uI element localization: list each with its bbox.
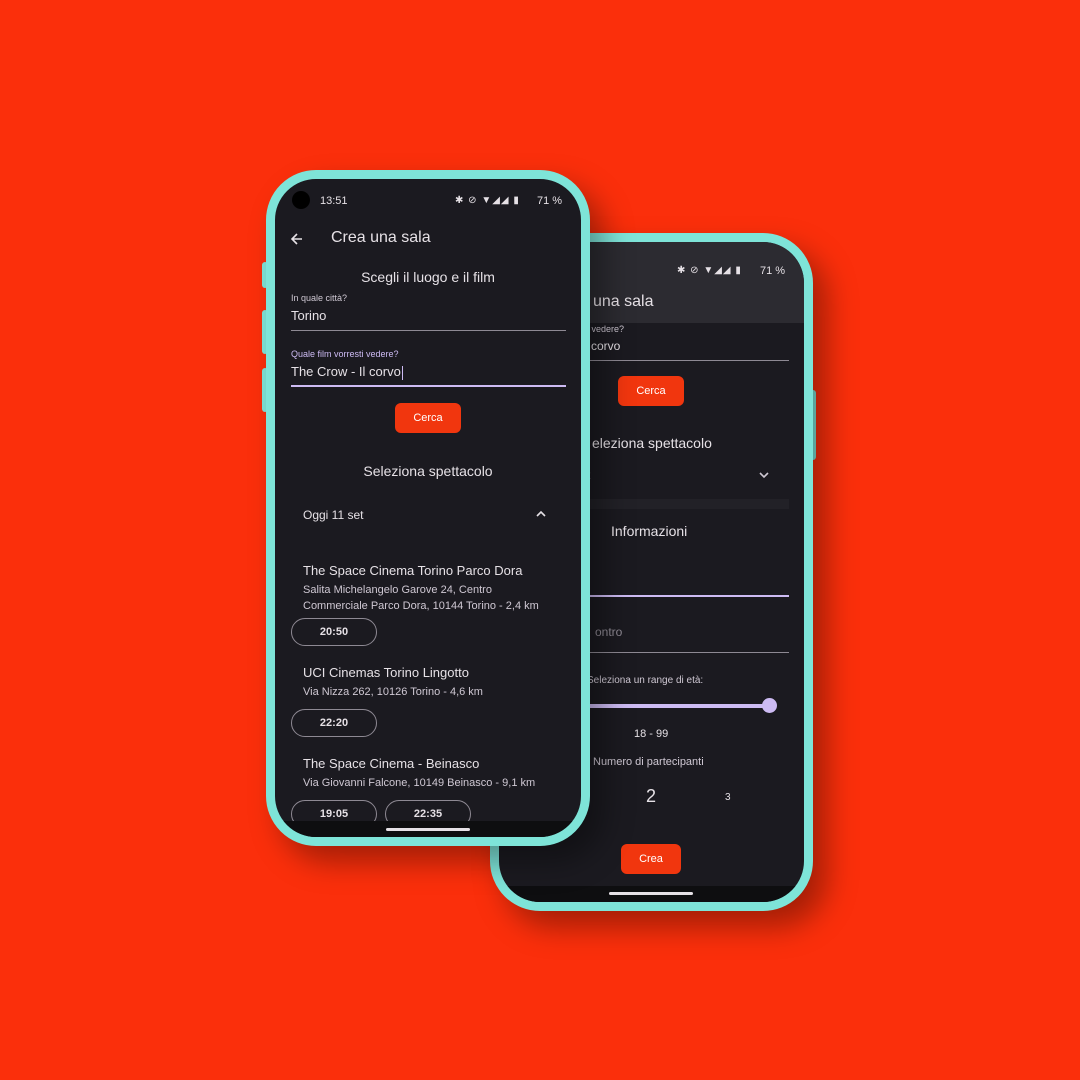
participants-next[interactable]: 3 bbox=[725, 792, 731, 803]
date-label[interactable]: Oggi 11 set bbox=[303, 508, 363, 522]
page-title: Crea una sala bbox=[331, 229, 431, 246]
section-title: Scegli il luogo e il film bbox=[361, 269, 495, 285]
cinema-name: The Space Cinema Torino Parco Dora bbox=[303, 563, 523, 578]
back-field2-value[interactable]: ontro bbox=[595, 625, 622, 639]
back-participants-label: Numero di partecipanti bbox=[593, 756, 704, 768]
cinema-address: Via Giovanni Falcone, 10149 Beinasco - 9… bbox=[303, 777, 536, 789]
city-underline bbox=[291, 330, 566, 331]
search-button[interactable]: Cerca bbox=[395, 403, 461, 433]
age-slider-thumb[interactable] bbox=[762, 698, 777, 713]
front-status-icons: ✱ ⊘ ▼◢◢ ▮ bbox=[455, 195, 520, 206]
showtime-button[interactable]: 22:20 bbox=[291, 709, 377, 737]
cinema-address-2: Commerciale Parco Dora, 10144 Torino - 2… bbox=[303, 600, 539, 612]
film-field[interactable]: The Crow - Il corvo bbox=[291, 364, 403, 380]
front-status-time: 13:51 bbox=[320, 195, 348, 207]
city-label: In quale città? bbox=[291, 293, 348, 303]
front-phone: 13:51 ✱ ⊘ ▼◢◢ ▮ 71 % Crea una sala Scegl… bbox=[266, 170, 590, 846]
show-title: Seleziona spettacolo bbox=[363, 463, 493, 479]
back-nav-bar bbox=[499, 886, 804, 902]
back-field2-underline bbox=[579, 652, 789, 653]
create-button[interactable]: Crea bbox=[621, 844, 681, 874]
back-battery-text: 71 % bbox=[760, 265, 786, 277]
film-label: Quale film vorresti vedere? bbox=[291, 349, 399, 359]
front-battery-text: 71 % bbox=[537, 195, 563, 207]
back-info-title: Informazioni bbox=[611, 523, 688, 539]
chevron-up-icon[interactable] bbox=[534, 507, 548, 521]
age-slider-track[interactable] bbox=[579, 704, 769, 708]
cinema-address: Via Nizza 262, 10126 Torino - 4,6 km bbox=[303, 686, 483, 698]
showtime-button[interactable]: 20:50 bbox=[291, 618, 377, 646]
back-film-value[interactable]: corvo bbox=[591, 339, 620, 353]
back-age-label: Seleziona un range di età: bbox=[587, 675, 704, 686]
back-film-underline bbox=[579, 360, 789, 361]
front-home-indicator[interactable] bbox=[386, 828, 470, 831]
back-status-icons: ✱ ⊘ ▼◢◢ ▮ bbox=[677, 265, 742, 276]
back-home-indicator[interactable] bbox=[609, 892, 693, 895]
arrow-left-icon[interactable] bbox=[289, 231, 305, 247]
back-field1-underline bbox=[579, 595, 789, 597]
back-section-divider bbox=[579, 499, 789, 509]
cinema-name: UCI Cinemas Torino Lingotto bbox=[303, 665, 469, 680]
camera-hole bbox=[292, 191, 310, 209]
city-field[interactable]: Torino bbox=[291, 308, 326, 323]
participants-selected[interactable]: 2 bbox=[646, 786, 656, 807]
film-underline bbox=[291, 385, 566, 387]
front-nav-bar bbox=[275, 821, 581, 837]
back-header-title: una sala bbox=[593, 293, 654, 310]
cinema-address: Salita Michelangelo Garove 24, Centro bbox=[303, 584, 492, 596]
cinema-name: The Space Cinema - Beinasco bbox=[303, 756, 480, 771]
back-search-button[interactable]: Cerca bbox=[618, 376, 684, 406]
text-cursor bbox=[401, 365, 403, 380]
film-value: The Crow - Il corvo bbox=[291, 364, 401, 379]
front-screen: 13:51 ✱ ⊘ ▼◢◢ ▮ 71 % Crea una sala Scegl… bbox=[275, 179, 581, 837]
back-age-range: 18 - 99 bbox=[634, 728, 669, 740]
back-show-title: eleziona spettacolo bbox=[592, 435, 712, 451]
back-film-label: i vedere? bbox=[587, 324, 625, 334]
chevron-down-icon[interactable] bbox=[757, 468, 771, 482]
